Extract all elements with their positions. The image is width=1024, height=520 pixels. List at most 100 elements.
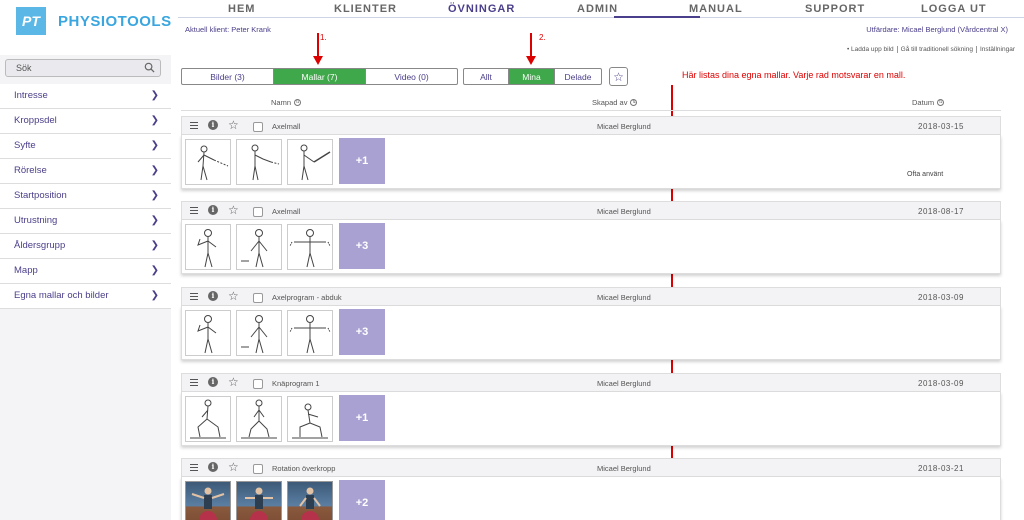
search-field[interactable]: Sök bbox=[5, 59, 161, 77]
more-exercises-tile[interactable]: +3 bbox=[339, 223, 385, 269]
exercise-thumbnail[interactable] bbox=[185, 396, 231, 442]
logo-badge: PT bbox=[16, 7, 46, 35]
settings-link[interactable]: Inställningar bbox=[977, 46, 1018, 53]
template-name[interactable]: Axelprogram - abduk bbox=[272, 293, 342, 302]
exercise-thumbnail[interactable] bbox=[236, 310, 282, 356]
row-checkbox[interactable] bbox=[253, 293, 263, 303]
issuer: Utfärdare: Micael Berglund (Vårdcentral … bbox=[866, 25, 1008, 34]
nav-exercises[interactable]: ÖVNINGAR bbox=[448, 3, 515, 15]
sidebar-item-age-group[interactable]: Åldersgrupp ❯ bbox=[0, 234, 171, 259]
template-name[interactable]: Axelmall bbox=[272, 207, 300, 216]
star-icon[interactable]: ☆ bbox=[228, 203, 239, 217]
info-icon[interactable]: i bbox=[208, 377, 218, 387]
info-icon[interactable]: i bbox=[208, 462, 218, 472]
menu-icon[interactable] bbox=[190, 379, 198, 387]
template-row[interactable]: i ☆ Axelmall Micael Berglund 2018-08-17 … bbox=[181, 201, 1001, 274]
tab-templates[interactable]: Mallar (7) bbox=[274, 69, 366, 84]
more-exercises-tile[interactable]: +1 bbox=[339, 138, 385, 184]
sidebar-item-interest[interactable]: Intresse ❯ bbox=[0, 84, 171, 109]
column-header-date[interactable]: Datum ⇅ bbox=[912, 98, 945, 107]
exercise-thumbnail[interactable] bbox=[287, 396, 333, 442]
nav-admin[interactable]: ADMIN bbox=[577, 3, 618, 15]
template-author: Micael Berglund bbox=[597, 122, 651, 131]
column-header-name[interactable]: Namn ⇅ bbox=[271, 98, 302, 107]
favorites-button[interactable]: ☆ bbox=[609, 67, 628, 86]
exercise-thumbnail[interactable] bbox=[236, 396, 282, 442]
exercise-photo-thumbnail[interactable] bbox=[236, 481, 282, 520]
template-row[interactable]: i ☆ Knäprogram 1 Micael Berglund 2018-03… bbox=[181, 373, 1001, 446]
template-name[interactable]: Rotation överkropp bbox=[272, 464, 335, 473]
more-exercises-tile[interactable]: +1 bbox=[339, 395, 385, 441]
logo[interactable]: PT PHYSIOTOOLS bbox=[16, 7, 172, 35]
exercise-thumbnail[interactable] bbox=[185, 224, 231, 270]
sort-icon[interactable]: ⇅ bbox=[294, 99, 302, 106]
row-header: i ☆ Axelmall Micael Berglund 2018-03-15 bbox=[181, 116, 1001, 135]
exercise-photo-thumbnail[interactable] bbox=[287, 481, 333, 520]
exercise-thumbnail[interactable] bbox=[236, 139, 282, 185]
tab-video[interactable]: Video (0) bbox=[366, 69, 457, 84]
nav-home[interactable]: HEM bbox=[228, 3, 255, 15]
menu-icon[interactable] bbox=[190, 207, 198, 215]
sort-icon[interactable]: ⇅ bbox=[937, 99, 945, 106]
sort-icon[interactable]: ⇅ bbox=[630, 99, 638, 106]
sidebar: Sök Intresse ❯ Kroppsdel ❯ Syfte ❯ Rörelse ❯… bbox=[0, 55, 171, 520]
sidebar-item-body-part[interactable]: Kroppsdel ❯ bbox=[0, 109, 171, 134]
template-row[interactable]: i ☆ Axelprogram - abduk Micael Berglund … bbox=[181, 287, 1001, 360]
star-icon[interactable]: ☆ bbox=[228, 460, 239, 474]
exercise-thumbnail[interactable] bbox=[185, 310, 231, 356]
exercise-photo-thumbnail[interactable] bbox=[185, 481, 231, 520]
more-exercises-tile[interactable]: +2 bbox=[339, 480, 385, 520]
sidebar-item-label: Syfte bbox=[14, 140, 36, 151]
exercise-thumbnail[interactable] bbox=[287, 310, 333, 356]
exercise-thumbnail[interactable] bbox=[236, 224, 282, 270]
tab-images[interactable]: Bilder (3) bbox=[182, 69, 274, 84]
sidebar-item-label: Startposition bbox=[14, 190, 67, 201]
nav-manual[interactable]: MANUAL bbox=[689, 3, 743, 15]
nav-support[interactable]: SUPPORT bbox=[805, 3, 865, 15]
annotation-text: Här listas dina egna mallar. Varje rad m… bbox=[682, 70, 906, 80]
info-icon[interactable]: i bbox=[208, 205, 218, 215]
sidebar-item-equipment[interactable]: Utrustning ❯ bbox=[0, 209, 171, 234]
row-checkbox[interactable] bbox=[253, 122, 263, 132]
star-icon[interactable]: ☆ bbox=[228, 375, 239, 389]
template-row[interactable]: i ☆ Rotation överkropp Micael Berglund 2… bbox=[181, 458, 1001, 520]
exercise-thumbnail[interactable] bbox=[287, 224, 333, 270]
arrow-head-2 bbox=[526, 56, 536, 65]
tab-mine[interactable]: Mina bbox=[509, 69, 555, 84]
row-checkbox[interactable] bbox=[253, 464, 263, 474]
exercise-figure-icon bbox=[197, 229, 217, 268]
nav-clients[interactable]: KLIENTER bbox=[334, 3, 397, 15]
tab-all[interactable]: Allt bbox=[464, 69, 509, 84]
exercise-thumbnail[interactable] bbox=[287, 139, 333, 185]
menu-icon[interactable] bbox=[190, 122, 198, 130]
row-header: i ☆ Knäprogram 1 Micael Berglund 2018-03… bbox=[181, 373, 1001, 392]
row-checkbox[interactable] bbox=[253, 207, 263, 217]
more-exercises-tile[interactable]: +3 bbox=[339, 309, 385, 355]
star-icon[interactable]: ☆ bbox=[228, 118, 239, 132]
template-name[interactable]: Knäprogram 1 bbox=[272, 379, 320, 388]
template-name[interactable]: Axelmall bbox=[272, 122, 300, 131]
exercise-thumbnail[interactable] bbox=[185, 139, 231, 185]
info-icon[interactable]: i bbox=[208, 291, 218, 301]
search-icon[interactable] bbox=[144, 62, 155, 73]
sidebar-item-own-templates[interactable]: Egna mallar och bilder ❯ bbox=[0, 284, 171, 309]
row-checkbox[interactable] bbox=[253, 379, 263, 389]
star-icon[interactable]: ☆ bbox=[228, 289, 239, 303]
info-icon[interactable]: i bbox=[208, 120, 218, 130]
exercise-figure-icon bbox=[289, 229, 331, 268]
nav-logout[interactable]: LOGGA UT bbox=[921, 3, 987, 15]
sidebar-item-folder[interactable]: Mapp ❯ bbox=[0, 259, 171, 284]
sidebar-item-start-position[interactable]: Startposition ❯ bbox=[0, 184, 171, 209]
template-row[interactable]: i ☆ Axelmall Micael Berglund 2018-03-15 … bbox=[181, 116, 1001, 189]
sidebar-item-label: Utrustning bbox=[14, 215, 58, 226]
upload-image-link[interactable]: • Ladda upp bild bbox=[844, 46, 898, 53]
tab-shared[interactable]: Delade bbox=[555, 69, 601, 84]
sidebar-item-purpose[interactable]: Syfte ❯ bbox=[0, 134, 171, 159]
row-thumbnails: +3 bbox=[181, 306, 1001, 360]
menu-icon[interactable] bbox=[190, 293, 198, 301]
menu-icon[interactable] bbox=[190, 464, 198, 472]
column-header-created-by[interactable]: Skapad av ⇅ bbox=[592, 98, 638, 107]
chevron-right-icon: ❯ bbox=[150, 140, 159, 151]
sidebar-item-movement[interactable]: Rörelse ❯ bbox=[0, 159, 171, 184]
traditional-search-link[interactable]: Gå till traditionell sökning bbox=[898, 46, 977, 53]
